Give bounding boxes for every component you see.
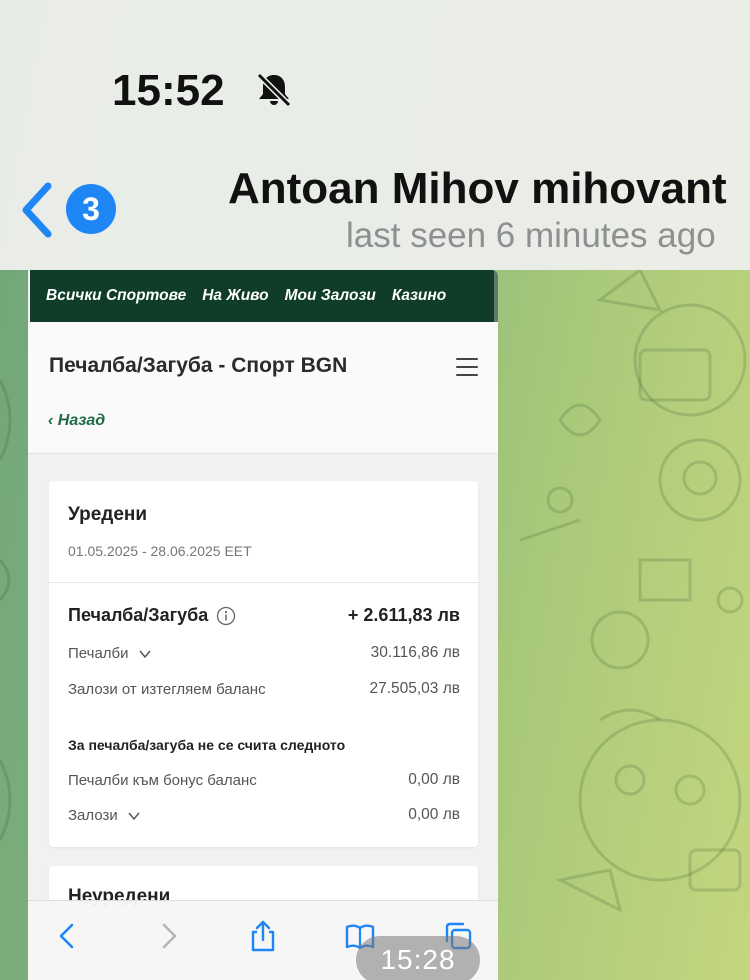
- chat-last-seen: last seen 6 minutes ago: [346, 216, 716, 255]
- chevron-down-icon: [128, 812, 140, 820]
- profit-loss-label: Печалба/Загуба: [68, 605, 209, 625]
- page-title: Печалба/Загуба - Спорт BGN: [49, 354, 348, 377]
- message-timestamp: 15:28: [356, 936, 480, 980]
- back-link-label: Назад: [57, 412, 106, 429]
- bell-slash-icon: [256, 72, 292, 108]
- profit-loss-value: + 2.611,83 лв: [347, 605, 460, 625]
- photo-message[interactable]: Всички Спортове На Живо Мои Залози Казин…: [28, 270, 498, 980]
- back-link: ‹ Назад: [48, 412, 106, 429]
- nav-item-casino: Казино: [391, 287, 447, 304]
- chevron-down-icon: [139, 650, 151, 658]
- chat-header: 15:52 3 Antoan Mihov mihovant last seen …: [0, 0, 750, 270]
- status-bar-time: 15:52: [112, 66, 225, 115]
- winnings-label: Печалби: [68, 644, 129, 662]
- bonus-winnings-label: Печалби към бонус баланс: [68, 771, 257, 789]
- back-chevron-icon[interactable]: [18, 180, 58, 240]
- bonus-winnings-value: 0,00 лв: [408, 771, 460, 788]
- settled-card: Уредени 01.05.2025 - 28.06.2025 EET Печа…: [49, 481, 478, 847]
- stakes-value: 0,00 лв: [408, 806, 460, 823]
- site-nav-bar: Всички Спортове На Живо Мои Залози Казин…: [30, 270, 494, 322]
- bonus-winnings-row: Печалби към бонус баланс 0,00 лв: [68, 771, 460, 789]
- nav-item-my-bets: Мои Залози: [284, 287, 376, 304]
- date-range: 01.05.2025 - 28.06.2025 EET: [68, 543, 252, 559]
- nav-item-live: На Живо: [202, 287, 269, 304]
- winnings-value: 30.116,86 лв: [370, 644, 460, 661]
- nav-scroll-indicator: [494, 270, 498, 322]
- stakes-withdrawable-value: 27.505,03 лв: [369, 680, 460, 697]
- not-counted-note: За печалба/загуба не се счита следното: [68, 737, 346, 753]
- winnings-row: Печалби 30.116,86 лв: [68, 644, 460, 662]
- share-icon: [251, 920, 275, 952]
- back-icon: [59, 923, 74, 949]
- hamburger-menu-icon: [456, 358, 478, 378]
- nav-item-all-sports: Всички Спортове: [46, 287, 187, 304]
- stakes-row: Залози 0,00 лв: [68, 806, 460, 824]
- profit-loss-row: Печалба/Загуба + 2.611,83 лв: [68, 605, 460, 626]
- stakes-withdrawable-row: Залози от изтегляем баланс 27.505,03 лв: [68, 680, 460, 698]
- page-header: Печалба/Загуба - Спорт BGN ‹ Назад: [28, 322, 498, 454]
- divider: [49, 582, 478, 583]
- stakes-withdrawable-label: Залози от изтегляем баланс: [68, 680, 266, 698]
- settled-title: Уредени: [68, 504, 148, 525]
- forward-icon: [162, 923, 177, 949]
- chat-title[interactable]: Antoan Mihov mihovant: [228, 164, 727, 214]
- info-icon: [217, 606, 236, 625]
- unread-count-badge[interactable]: 3: [66, 184, 116, 234]
- stakes-label: Залози: [68, 806, 118, 824]
